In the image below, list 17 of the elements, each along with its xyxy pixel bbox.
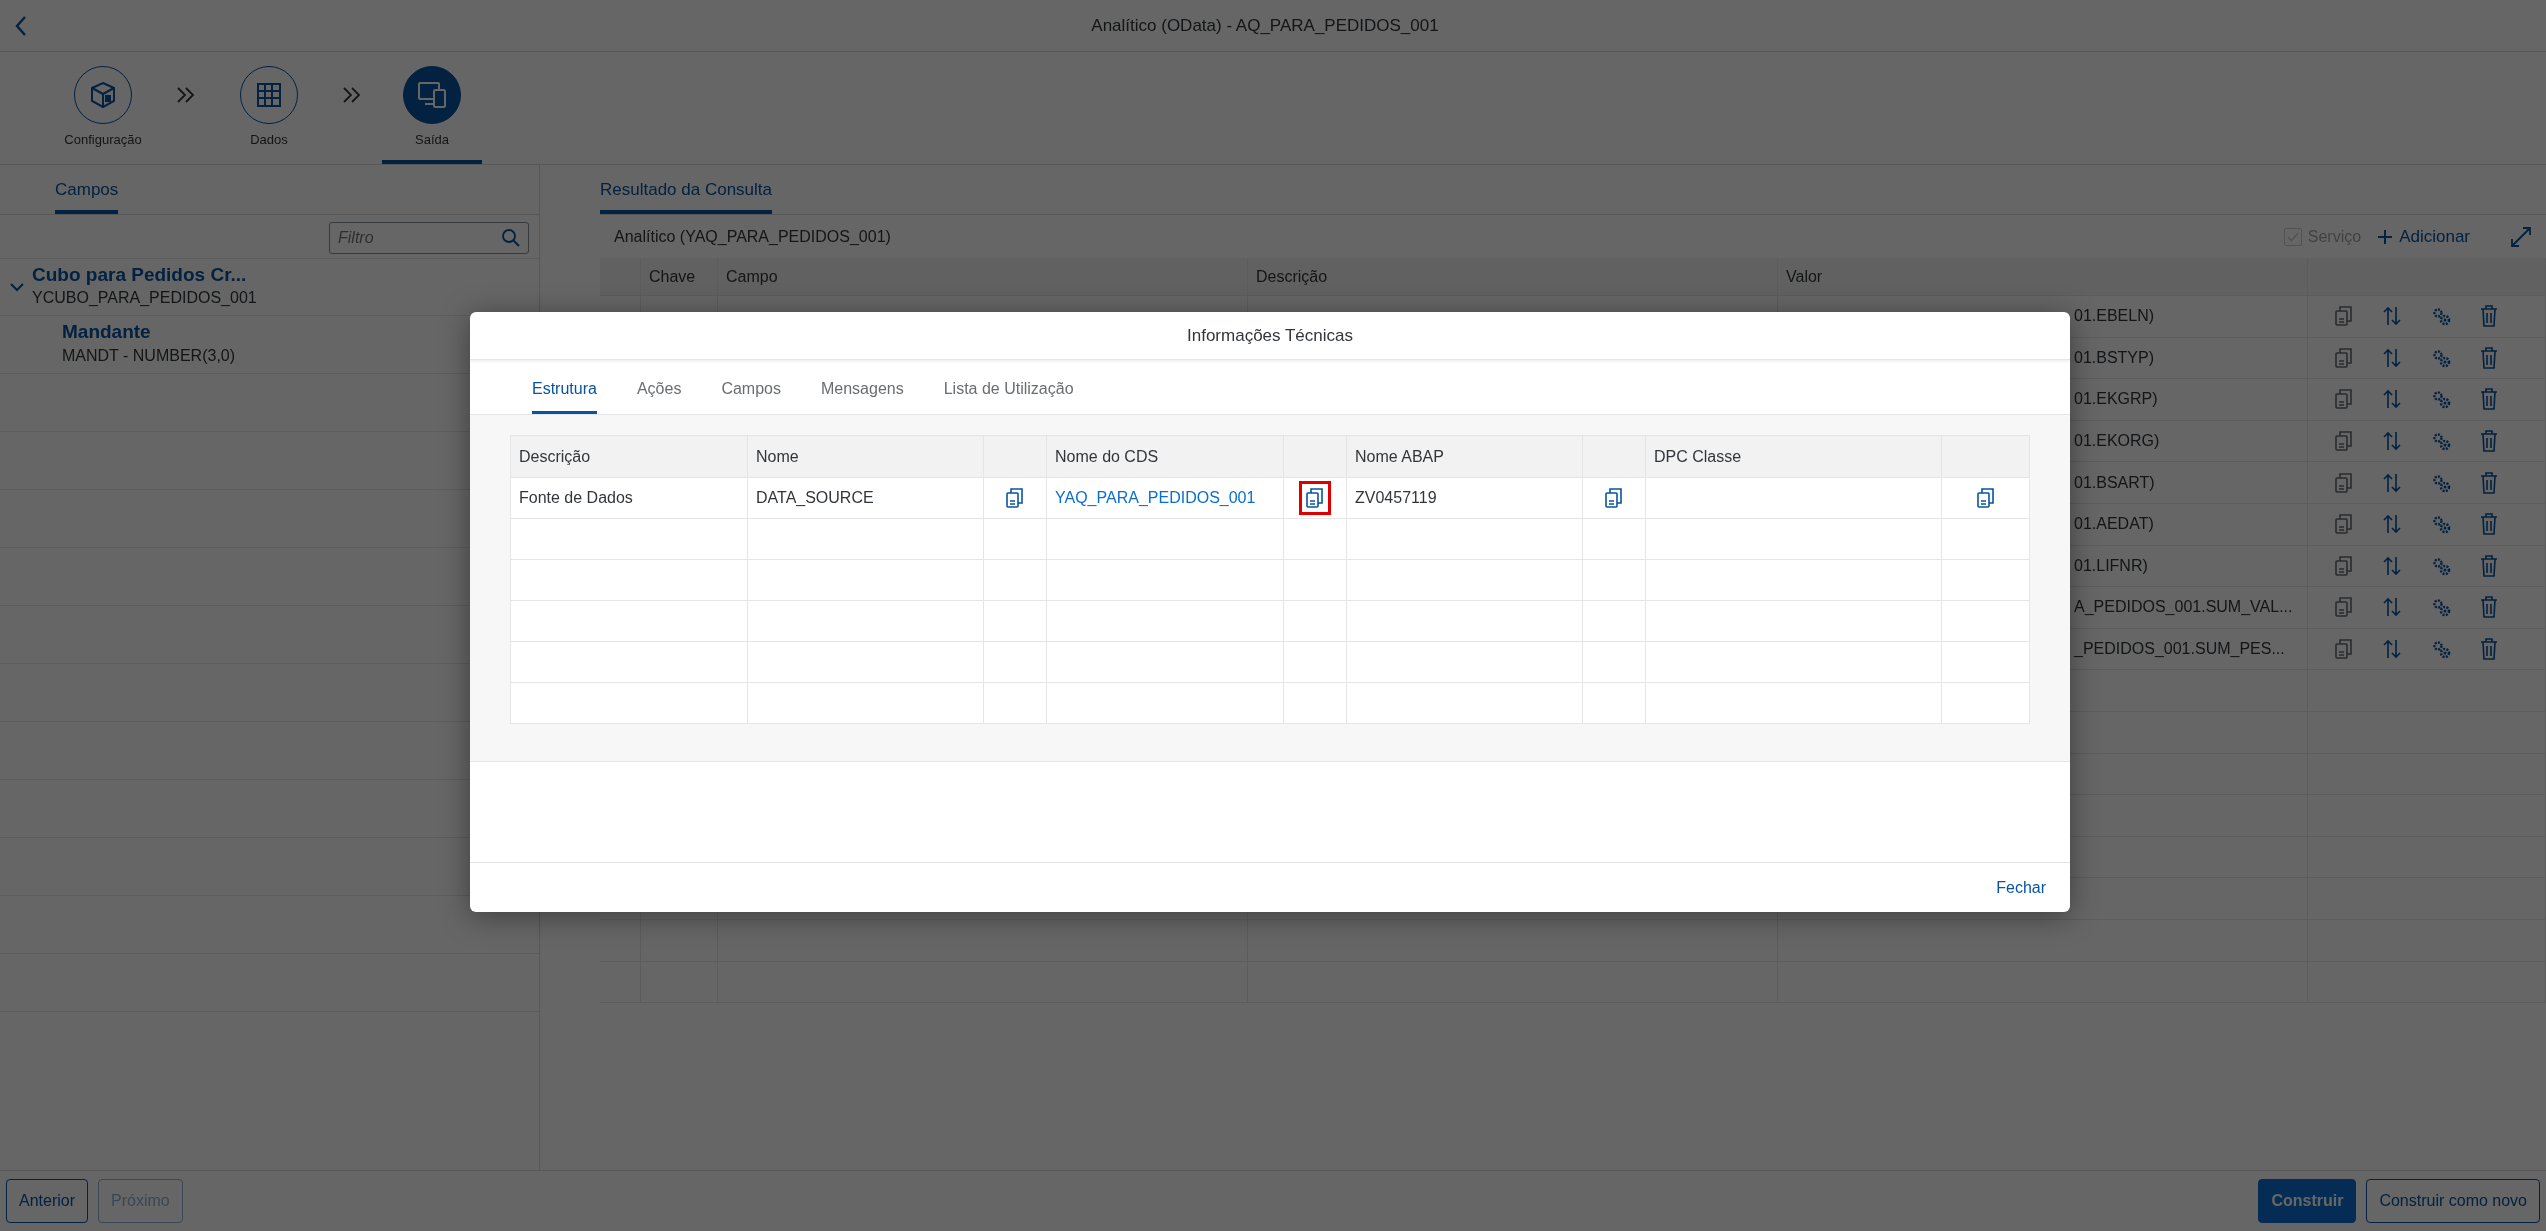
column-header: Valor (1778, 258, 2308, 296)
dialog-title: Informações Técnicas (470, 312, 2070, 360)
table-cell: ZV0457119 (1347, 478, 1583, 519)
column-header: Nome do CDS (1047, 436, 1284, 478)
table-cell: DATA_SOURCE (748, 478, 984, 519)
tree-node-subtitle: MANDT - NUMBER(3,0) (62, 345, 236, 366)
column-header: Nome (748, 436, 984, 478)
column-header: Descrição (511, 436, 748, 478)
table-cell: Fonte de Dados (511, 478, 748, 519)
column-header: Chave (641, 258, 718, 296)
page-title: Analítico (OData) - AQ_PARA_PEDIDOS_001 (1090, 14, 1440, 37)
column-header: DPC Classe (1646, 436, 1942, 478)
tree-node-subtitle: YCUBO_PARA_PEDIDOS_001 (32, 288, 257, 309)
column-header: Nome ABAP (1347, 436, 1583, 478)
column-header: Campo (718, 258, 1248, 296)
column-header: Descrição (1248, 258, 1778, 296)
table-title: Analítico (YAQ_PARA_PEDIDOS_001) (614, 226, 891, 247)
